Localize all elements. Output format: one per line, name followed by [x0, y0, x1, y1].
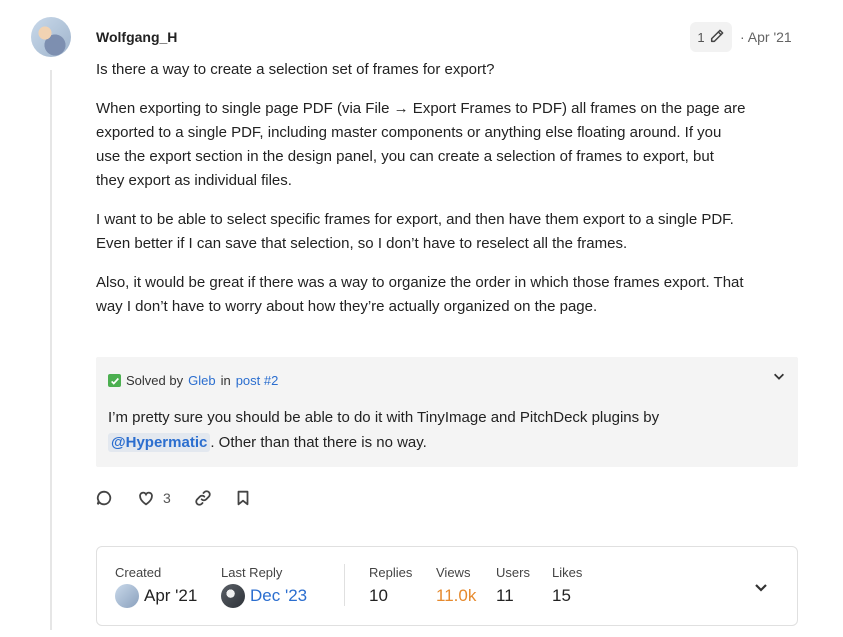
link-icon	[195, 490, 211, 506]
views-value: 11.0k	[436, 586, 477, 605]
solution-text-start: I’m pretty sure you should be able to do…	[108, 409, 660, 426]
last-reply-value[interactable]: Dec '23	[250, 586, 307, 606]
views-label: Views	[436, 565, 471, 580]
post-paragraph: Also, it would be great if there was a w…	[96, 274, 744, 315]
stat-replies: Replies 10	[369, 565, 412, 606]
timeline-line	[50, 70, 52, 630]
users-label: Users	[496, 565, 530, 580]
post-actions: 3	[94, 487, 253, 509]
last-replier-avatar[interactable]	[221, 584, 245, 608]
created-value[interactable]: Apr '21	[144, 586, 197, 606]
post-date-value: Apr '21	[747, 29, 792, 45]
mention-link[interactable]: @Hypermatic	[108, 433, 211, 452]
solution-post-link[interactable]: post #2	[236, 373, 279, 388]
solved-by-label: Solved by	[126, 373, 184, 388]
stat-likes: Likes 15	[552, 565, 582, 606]
pencil-icon	[709, 28, 725, 47]
solved-by-line: Solved by Gleb in post #2	[108, 373, 278, 388]
accepted-solution: Solved by Gleb in post #2 I’m pretty sur…	[96, 357, 798, 467]
solved-in-label: in	[220, 373, 231, 388]
edit-history-button[interactable]: 1	[690, 22, 732, 52]
post-paragraph: I want to be able to select specific fra…	[96, 211, 734, 252]
post-author[interactable]: Wolfgang_H	[96, 29, 177, 45]
solution-text-end: . Other than that there is no way.	[210, 434, 427, 451]
created-label: Created	[115, 565, 162, 580]
like-button[interactable]: 3	[137, 487, 171, 509]
reply-icon	[96, 490, 112, 506]
bookmark-icon	[237, 490, 249, 506]
divider	[344, 564, 345, 606]
solution-text: I’m pretty sure you should be able to do…	[108, 405, 748, 455]
last-reply-label: Last Reply	[221, 565, 283, 580]
heart-icon	[139, 491, 153, 506]
stat-last-reply: Last Reply Dec '23	[221, 565, 307, 608]
share-link-button[interactable]	[193, 487, 213, 509]
topic-map: Created Apr '21 Last Reply Dec '23 Repli…	[96, 546, 798, 626]
stat-users: Users 11	[496, 565, 530, 606]
creator-avatar[interactable]	[115, 584, 139, 608]
post-body: Is there a way to create a selection set…	[96, 58, 746, 334]
likes-value: 15	[552, 586, 571, 605]
post-paragraph: When exporting to single page PDF (via F…	[96, 100, 746, 189]
chevron-down-icon[interactable]	[753, 579, 769, 595]
replies-label: Replies	[369, 565, 413, 580]
replies-value: 10	[369, 586, 388, 605]
post-date[interactable]: · Apr '21	[740, 29, 792, 45]
reply-button[interactable]	[94, 487, 114, 509]
like-count: 3	[163, 490, 171, 506]
bookmark-button[interactable]	[233, 487, 253, 509]
stat-created: Created Apr '21	[115, 565, 197, 608]
solution-author-link[interactable]: Gleb	[188, 373, 215, 388]
post-paragraph: Is there a way to create a selection set…	[96, 61, 495, 78]
likes-label: Likes	[552, 565, 583, 580]
check-icon	[108, 374, 121, 387]
stat-views: Views 11.0k	[436, 565, 476, 606]
chevron-down-icon[interactable]	[772, 369, 786, 383]
edit-count: 1	[697, 29, 705, 45]
avatar[interactable]	[31, 17, 71, 57]
users-value: 11	[496, 586, 514, 605]
